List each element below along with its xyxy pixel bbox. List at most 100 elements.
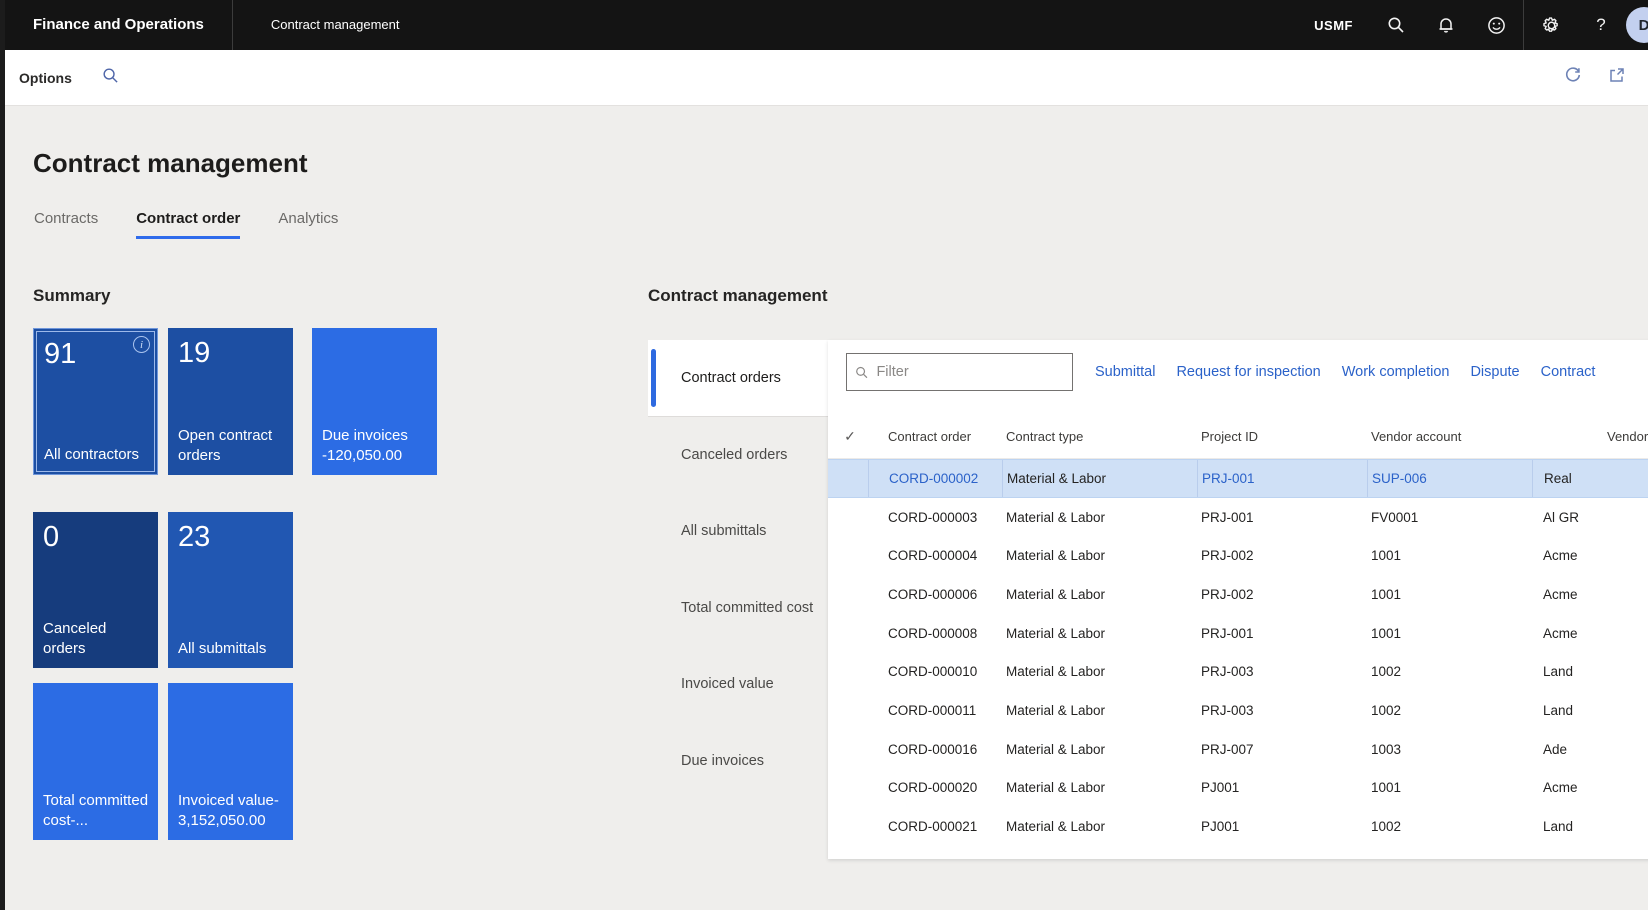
summary-tile-canceled-orders[interactable]: 0Canceled orders [33, 512, 158, 668]
summary-tile-all-submittals[interactable]: 23All submittals [168, 512, 293, 668]
cell-type: Material & Labor [1002, 626, 1197, 641]
summary-heading: Summary [33, 286, 110, 306]
column-header-vendor-account[interactable]: Vendor account [1367, 429, 1532, 444]
table-row[interactable]: CORD-000004Material & LaborPRJ-0021001Ac… [828, 536, 1648, 575]
table-row[interactable]: CORD-000008Material & LaborPRJ-0011001Ac… [828, 614, 1648, 653]
top-navigation-bar: Finance and Operations Contract manageme… [5, 0, 1648, 50]
section-tab-invoiced-value[interactable]: Invoiced value [648, 646, 828, 723]
help-icon[interactable]: ? [1576, 0, 1626, 50]
cell-order: CORD-000021 [868, 819, 1002, 834]
cell-text: Ade [1543, 742, 1567, 757]
tile-label: Total committed cost-... [43, 791, 150, 832]
search-icon[interactable] [1371, 0, 1421, 50]
cell-text: CORD-000021 [888, 819, 977, 834]
cell-vacct: 1001 [1367, 780, 1532, 795]
table-row[interactable]: CORD-000002Material & LaborPRJ-001SUP-00… [828, 459, 1648, 498]
section-heading: Contract management [648, 286, 827, 306]
table-row[interactable]: CORD-000003Material & LaborPRJ-001FV0001… [828, 498, 1648, 537]
cell-vname: Acme [1532, 587, 1648, 602]
link-work-completion[interactable]: Work completion [1342, 364, 1450, 380]
section-tab-all-submittals[interactable]: All submittals [648, 493, 828, 570]
table-row[interactable]: CORD-000010Material & LaborPRJ-0031002La… [828, 652, 1648, 691]
contract-orders-panel: Submittal Request for inspection Work comp… [828, 340, 1648, 859]
cell-type: Material & Labor [1002, 510, 1197, 525]
info-icon[interactable]: i [133, 336, 150, 353]
cell-text: CORD-000011 [888, 703, 976, 718]
summary-tile-all-contractors[interactable]: 91iAll contractors [33, 328, 158, 475]
table-row[interactable]: CORD-000016Material & LaborPRJ-0071003Ad… [828, 730, 1648, 769]
open-in-new-window-icon[interactable] [1608, 66, 1626, 89]
link-request-for-inspection[interactable]: Request for inspection [1176, 364, 1320, 380]
summary-tile-total-committed-cost[interactable]: Total committed cost-... [33, 683, 158, 840]
table-row[interactable]: CORD-000021Material & LaborPJ0011002Land [828, 807, 1648, 846]
cell-text: Real [1544, 471, 1572, 486]
cell-text: Land [1543, 819, 1573, 834]
contract-orders-grid: ✓Contract orderContract typeProject IDVe… [828, 415, 1648, 846]
company-selector[interactable]: USMF [1296, 18, 1371, 33]
window-left-edge [0, 0, 5, 910]
select-all-checkmark-icon[interactable]: ✓ [828, 428, 868, 445]
cell-text: 1002 [1371, 819, 1401, 834]
column-header-contract-order[interactable]: Contract order [868, 429, 1002, 444]
cell-proj: PRJ-001 [1197, 460, 1367, 497]
cell-link[interactable]: PRJ-001 [1202, 471, 1255, 486]
options-menu[interactable]: Options [5, 70, 72, 86]
grid-header-row: ✓Contract orderContract typeProject IDVe… [828, 415, 1648, 459]
cell-link[interactable]: CORD-000002 [889, 471, 978, 486]
bell-icon[interactable] [1421, 0, 1471, 50]
filter-field[interactable] [846, 353, 1073, 391]
cell-link[interactable]: SUP-006 [1372, 471, 1427, 486]
cell-text: Acme [1543, 780, 1578, 795]
cell-vname: Al GR [1532, 510, 1648, 525]
cell-text: Acme [1543, 587, 1578, 602]
section-tab-due-invoices[interactable]: Due invoices [648, 723, 828, 800]
cell-vacct: 1003 [1367, 742, 1532, 757]
section-tab-canceled-orders[interactable]: Canceled orders [648, 417, 828, 494]
tile-value: 91 [44, 338, 147, 371]
tab-contracts[interactable]: Contracts [34, 210, 98, 239]
table-row[interactable]: CORD-000020Material & LaborPJ0011001Acme [828, 769, 1648, 808]
section-tab-total-committed-cost[interactable]: Total committed cost [648, 570, 828, 647]
link-dispute[interactable]: Dispute [1470, 364, 1519, 380]
gear-icon[interactable] [1526, 0, 1576, 50]
page-tabs: Contracts Contract order Analytics [34, 210, 338, 239]
user-avatar[interactable]: D [1626, 7, 1648, 43]
cell-type: Material & Labor [1002, 819, 1197, 834]
column-header-project-id[interactable]: Project ID [1197, 429, 1367, 444]
cell-type: Material & Labor [1002, 548, 1197, 563]
link-submittal[interactable]: Submittal [1095, 364, 1155, 380]
summary-tile-open-contract-orders[interactable]: 19Open contract orders [168, 328, 293, 475]
filter-input[interactable] [876, 364, 1064, 380]
search-icon[interactable] [102, 67, 119, 89]
section-tab-list: Contract ordersCanceled ordersAll submit… [648, 340, 828, 799]
cell-vname: Acme [1532, 780, 1648, 795]
cell-order: CORD-000008 [868, 626, 1002, 641]
cell-vacct: 1001 [1367, 587, 1532, 602]
cell-order: CORD-000006 [868, 587, 1002, 602]
cell-order: CORD-000004 [868, 548, 1002, 563]
column-header-vendor-name[interactable]: Vendor name [1532, 429, 1648, 444]
link-contract[interactable]: Contract [1541, 364, 1596, 380]
table-row[interactable]: CORD-000011Material & LaborPRJ-0031002La… [828, 691, 1648, 730]
summary-tile-invoiced-value-3-152-050-00[interactable]: Invoiced value-3,152,050.00 [168, 683, 293, 840]
refresh-icon[interactable] [1564, 66, 1582, 89]
cell-proj: PRJ-001 [1197, 510, 1367, 525]
column-header-contract-type[interactable]: Contract type [1002, 429, 1197, 444]
cell-text: Material & Labor [1006, 548, 1105, 563]
cell-vacct: 1002 [1367, 664, 1532, 679]
cell-text: PRJ-007 [1201, 742, 1254, 757]
cell-text: CORD-000016 [888, 742, 977, 757]
app-title[interactable]: Finance and Operations [5, 0, 232, 50]
topbar-page-tab[interactable]: Contract management [233, 0, 438, 50]
summary-tile-due-invoices-120-050-00[interactable]: Due invoices -120,050.00 [312, 328, 437, 475]
smiley-icon[interactable] [1471, 0, 1521, 50]
tab-analytics[interactable]: Analytics [278, 210, 338, 239]
cell-proj: PRJ-001 [1197, 626, 1367, 641]
cell-proj: PRJ-002 [1197, 587, 1367, 602]
cell-order: CORD-000002 [868, 460, 1002, 497]
cell-vname: Acme [1532, 548, 1648, 563]
table-row[interactable]: CORD-000006Material & LaborPRJ-0021001Ac… [828, 575, 1648, 614]
tab-contract-order[interactable]: Contract order [136, 210, 240, 239]
section-tab-contract-orders[interactable]: Contract orders [648, 340, 828, 417]
cell-text: CORD-000006 [888, 587, 977, 602]
